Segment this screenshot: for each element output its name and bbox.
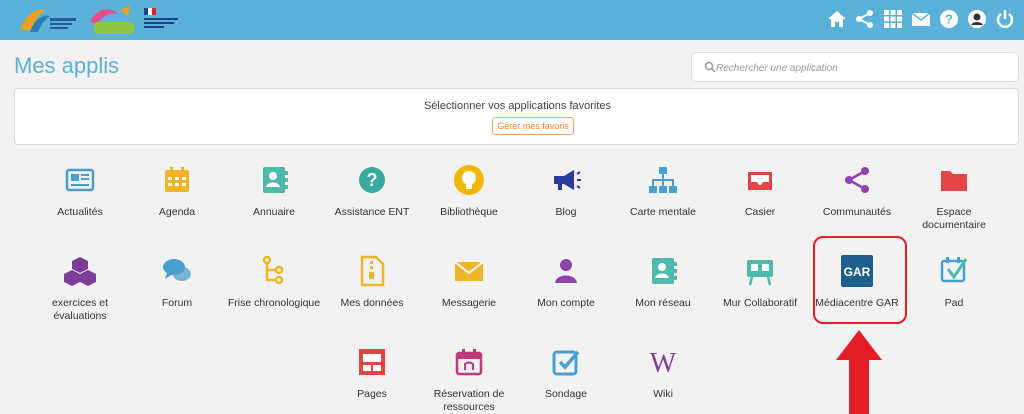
app-tile[interactable]: Annuaire bbox=[228, 164, 320, 248]
manage-favorites-button[interactable]: Gérer mes favoris bbox=[492, 117, 574, 135]
inbox-icon bbox=[744, 164, 776, 196]
app-tile[interactable]: Carte mentale bbox=[617, 164, 709, 248]
user-icon[interactable] bbox=[966, 8, 988, 30]
newspaper-icon bbox=[64, 164, 96, 196]
cubes-icon bbox=[64, 255, 96, 287]
app-tile[interactable]: Pad bbox=[908, 255, 1000, 339]
timeline-icon bbox=[258, 255, 290, 287]
app-label: Casier bbox=[744, 206, 776, 218]
app-tile[interactable]: Casier bbox=[714, 164, 806, 248]
lightbulb-icon bbox=[453, 164, 485, 196]
collectivite-logo[interactable] bbox=[16, 4, 78, 36]
wiki-icon: W bbox=[647, 346, 679, 379]
app-label: Frise chronologique bbox=[227, 297, 321, 309]
envelope-icon bbox=[453, 255, 485, 287]
sticky-board-icon bbox=[744, 255, 776, 287]
highlight-box bbox=[813, 236, 907, 324]
share-nodes-icon bbox=[841, 164, 873, 196]
share-icon[interactable] bbox=[854, 8, 876, 30]
power-icon[interactable] bbox=[994, 8, 1016, 30]
app-label: Messagerie bbox=[441, 297, 497, 309]
app-tile[interactable]: Frise chronologique bbox=[228, 255, 320, 339]
contact-book-icon bbox=[647, 255, 679, 287]
booking-icon bbox=[453, 346, 485, 378]
app-label: Wiki bbox=[653, 388, 673, 400]
app-label: Mon compte bbox=[537, 297, 595, 309]
app-label: Mon réseau bbox=[635, 297, 691, 309]
search-input[interactable] bbox=[716, 58, 1006, 78]
checkbox-icon bbox=[550, 346, 582, 378]
layout-icon bbox=[356, 346, 388, 378]
app-label: Mes données bbox=[340, 297, 404, 309]
app-label: exercices et évaluations bbox=[51, 297, 109, 322]
app-label: Pad bbox=[944, 297, 964, 309]
gibet-logo[interactable] bbox=[84, 4, 140, 36]
app-label: Annuaire bbox=[252, 206, 296, 218]
megaphone-icon bbox=[550, 164, 582, 196]
app-tile[interactable]: Pages bbox=[326, 346, 418, 414]
favorites-panel: Sélectionner vos applications favorites … bbox=[14, 88, 1019, 145]
mail-icon[interactable] bbox=[910, 8, 932, 30]
app-tile[interactable]: Bibliothèque bbox=[423, 164, 515, 248]
app-tile[interactable]: Sondage bbox=[520, 346, 612, 414]
person-icon bbox=[550, 255, 582, 287]
arrow-up-icon bbox=[836, 330, 882, 414]
app-tile[interactable]: W Wiki bbox=[617, 346, 709, 414]
app-tile[interactable]: Réservation de ressources bbox=[423, 346, 515, 414]
search-box[interactable] bbox=[691, 52, 1019, 82]
app-label: Sondage bbox=[544, 388, 588, 400]
svg-text:?: ? bbox=[945, 12, 953, 27]
app-label: Agenda bbox=[158, 206, 196, 218]
svg-text:?: ? bbox=[367, 170, 378, 190]
favorites-title: Sélectionner vos applications favorites bbox=[423, 100, 612, 112]
app-tile[interactable]: Espace documentaire bbox=[908, 164, 1000, 248]
app-label: Mur Collaboratif bbox=[722, 297, 798, 309]
contact-book-icon bbox=[258, 164, 290, 196]
app-label: Bibliothèque bbox=[440, 206, 498, 218]
home-icon[interactable] bbox=[826, 8, 848, 30]
app-tile[interactable]: Blog bbox=[520, 164, 612, 248]
search-icon bbox=[704, 61, 716, 73]
calendar-icon bbox=[161, 164, 193, 196]
help-icon[interactable]: ? bbox=[938, 8, 960, 30]
page-title: Mes applis bbox=[14, 53, 120, 78]
app-tile[interactable]: Agenda bbox=[131, 164, 223, 248]
svg-text:W: W bbox=[650, 348, 677, 378]
sitemap-icon bbox=[647, 164, 679, 196]
app-tile[interactable]: Forum bbox=[131, 255, 223, 339]
app-label: Carte mentale bbox=[630, 206, 696, 218]
app-label: Réservation de ressources bbox=[433, 388, 505, 413]
pad-icon bbox=[938, 255, 970, 287]
app-tile[interactable]: Mes données bbox=[326, 255, 418, 339]
folder-icon bbox=[938, 164, 970, 196]
app-tile[interactable]: exercices et évaluations bbox=[34, 255, 126, 339]
app-tile[interactable]: Messagerie bbox=[423, 255, 515, 339]
app-tile[interactable]: Mon réseau bbox=[617, 255, 709, 339]
chat-icon bbox=[161, 255, 193, 287]
app-tile[interactable]: Mur Collaboratif bbox=[714, 255, 806, 339]
question-icon: ? bbox=[356, 164, 388, 196]
app-label: Actualités bbox=[57, 206, 103, 218]
app-label: Blog bbox=[555, 206, 577, 218]
app-label: Forum bbox=[161, 297, 193, 309]
app-tile[interactable]: Actualités bbox=[34, 164, 126, 248]
zip-file-icon bbox=[356, 255, 388, 287]
app-label: Pages bbox=[357, 388, 387, 400]
grid-icon[interactable] bbox=[882, 8, 904, 30]
app-label: Communautés bbox=[822, 206, 892, 218]
app-tile[interactable]: ? Assistance ENT bbox=[326, 164, 418, 248]
top-bar: ? bbox=[0, 0, 1024, 40]
academie-logo[interactable] bbox=[142, 5, 182, 35]
app-label: Espace documentaire bbox=[922, 206, 986, 231]
app-tile[interactable]: Mon compte bbox=[520, 255, 612, 339]
app-label: Assistance ENT bbox=[334, 206, 410, 218]
